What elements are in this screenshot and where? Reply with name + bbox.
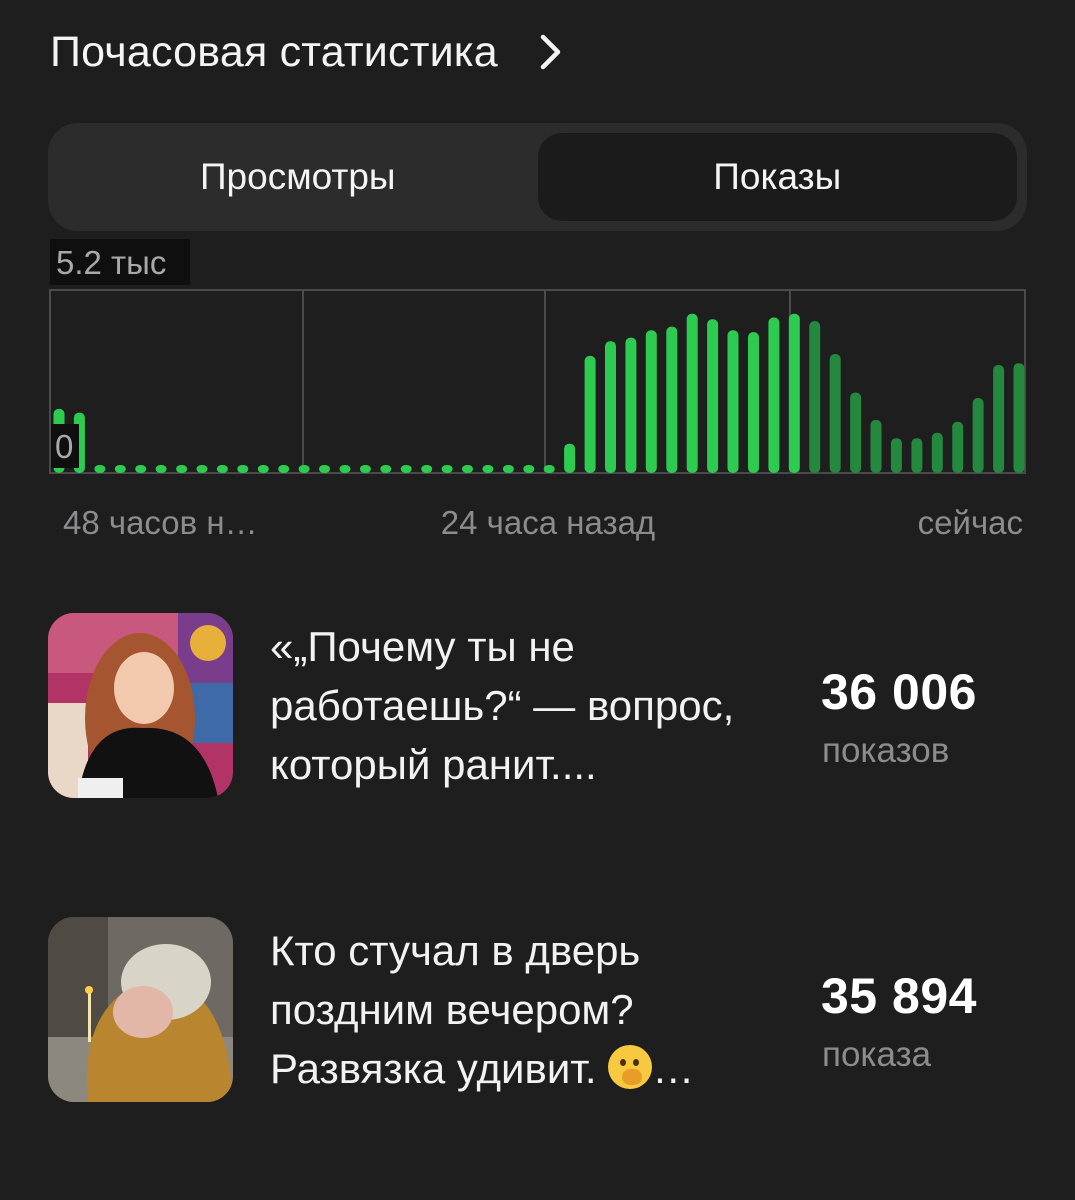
- chart-bar: [564, 443, 576, 473]
- chart-bar: [584, 355, 596, 473]
- article-title-line: поздним вечером?: [270, 986, 634, 1033]
- chart-bar: [114, 465, 126, 473]
- article-title-line: работаешь?“ — вопрос,: [270, 682, 735, 729]
- chart-bar: [972, 398, 984, 473]
- chart-bar: [421, 465, 433, 473]
- chart-bar: [850, 392, 862, 473]
- metric-tabs: Просмотры Показы: [48, 123, 1027, 231]
- chart-bar: [155, 465, 167, 473]
- y-max-label: 5.2 тыс: [56, 244, 166, 281]
- chart-bar: [809, 321, 821, 473]
- impressions-count: 35 894: [821, 968, 977, 1024]
- chart-bar: [748, 332, 759, 473]
- article-title: Кто стучал в дверь поздним вечером? Разв…: [270, 921, 800, 1098]
- article-title-line: который ранит....: [270, 741, 597, 788]
- y-min-label: 0: [55, 428, 73, 465]
- chart-bar: [502, 465, 514, 473]
- chart-bar: [135, 465, 147, 473]
- tab-impressions[interactable]: Показы: [537, 133, 1017, 221]
- tab-impressions-label: Показы: [713, 156, 842, 197]
- chart-bar: [625, 337, 637, 473]
- chart-bar: [400, 465, 412, 473]
- chart-bar: [319, 465, 330, 473]
- chart-bar: [768, 317, 780, 473]
- chart-bar: [339, 465, 351, 473]
- x-label-48h: 48 часов н…: [63, 504, 258, 541]
- impressions-count: 36 006: [821, 664, 977, 720]
- chart-bar: [176, 465, 188, 473]
- chart-bar: [1013, 363, 1025, 473]
- chart-bar: [707, 319, 719, 473]
- chart-bar: [829, 354, 841, 473]
- impressions-unit: показа: [822, 1035, 932, 1074]
- chart-bar: [196, 465, 208, 473]
- impressions-unit: показов: [822, 731, 950, 770]
- chart-bar: [605, 341, 616, 473]
- chart-bar: [645, 330, 657, 473]
- article-title-line: Кто стучал в дверь: [270, 927, 641, 974]
- article-thumbnail: [48, 917, 233, 1102]
- chart-bar: [278, 465, 290, 473]
- chart-bar: [543, 465, 555, 473]
- chart-bar: [952, 421, 964, 473]
- chart-bar: [380, 465, 392, 473]
- chart-bar: [482, 465, 494, 473]
- chart-bar: [666, 326, 678, 473]
- article-thumbnail: [48, 613, 233, 798]
- hourly-chart: 5.2 тыс 0 48 часов н… 24 часа назад сейч…: [0, 236, 1075, 556]
- chart-bar: [462, 465, 473, 473]
- x-label-now: сейчас: [918, 504, 1023, 541]
- chart-bar: [441, 465, 453, 473]
- chart-bar: [257, 465, 269, 473]
- chart-bar: [870, 419, 882, 473]
- hourly-stats-header[interactable]: Почасовая статистика: [50, 22, 564, 82]
- chart-bar: [890, 438, 902, 473]
- tab-views-label: Просмотры: [199, 156, 396, 197]
- article-title: «„Почему ты не работаешь?“ — вопрос, кот…: [270, 617, 800, 794]
- chart-bar: [216, 465, 228, 473]
- chart-bar: [686, 313, 698, 473]
- hourly-chart-svg: 5.2 тыс 0 48 часов н… 24 часа назад сейч…: [49, 239, 1026, 541]
- chart-bar: [727, 330, 739, 473]
- x-label-24h: 24 часа назад: [441, 504, 655, 541]
- chevron-right-icon: [538, 33, 564, 71]
- chart-bar: [931, 432, 943, 473]
- hand-over-mouth-emoji-icon: [608, 1045, 653, 1089]
- article-row[interactable]: Кто стучал в дверь поздним вечером? Разв…: [48, 917, 1028, 1107]
- chart-bar: [298, 465, 310, 473]
- tab-views[interactable]: Просмотры: [58, 133, 538, 221]
- chart-bar: [359, 465, 371, 473]
- article-row[interactable]: «„Почему ты не работаешь?“ — вопрос, кот…: [48, 613, 1028, 803]
- chart-bar: [911, 438, 923, 473]
- article-title-ellipsis: …: [652, 1045, 695, 1092]
- chart-bar: [237, 465, 249, 473]
- article-title-line: «„Почему ты не: [270, 623, 575, 670]
- article-title-line: Развязка удивит.: [270, 1045, 597, 1092]
- chart-bar: [94, 465, 106, 473]
- page-title: Почасовая статистика: [50, 27, 498, 76]
- chart-bar: [523, 465, 535, 473]
- chart-bar: [993, 365, 1005, 473]
- chart-bar: [788, 313, 800, 473]
